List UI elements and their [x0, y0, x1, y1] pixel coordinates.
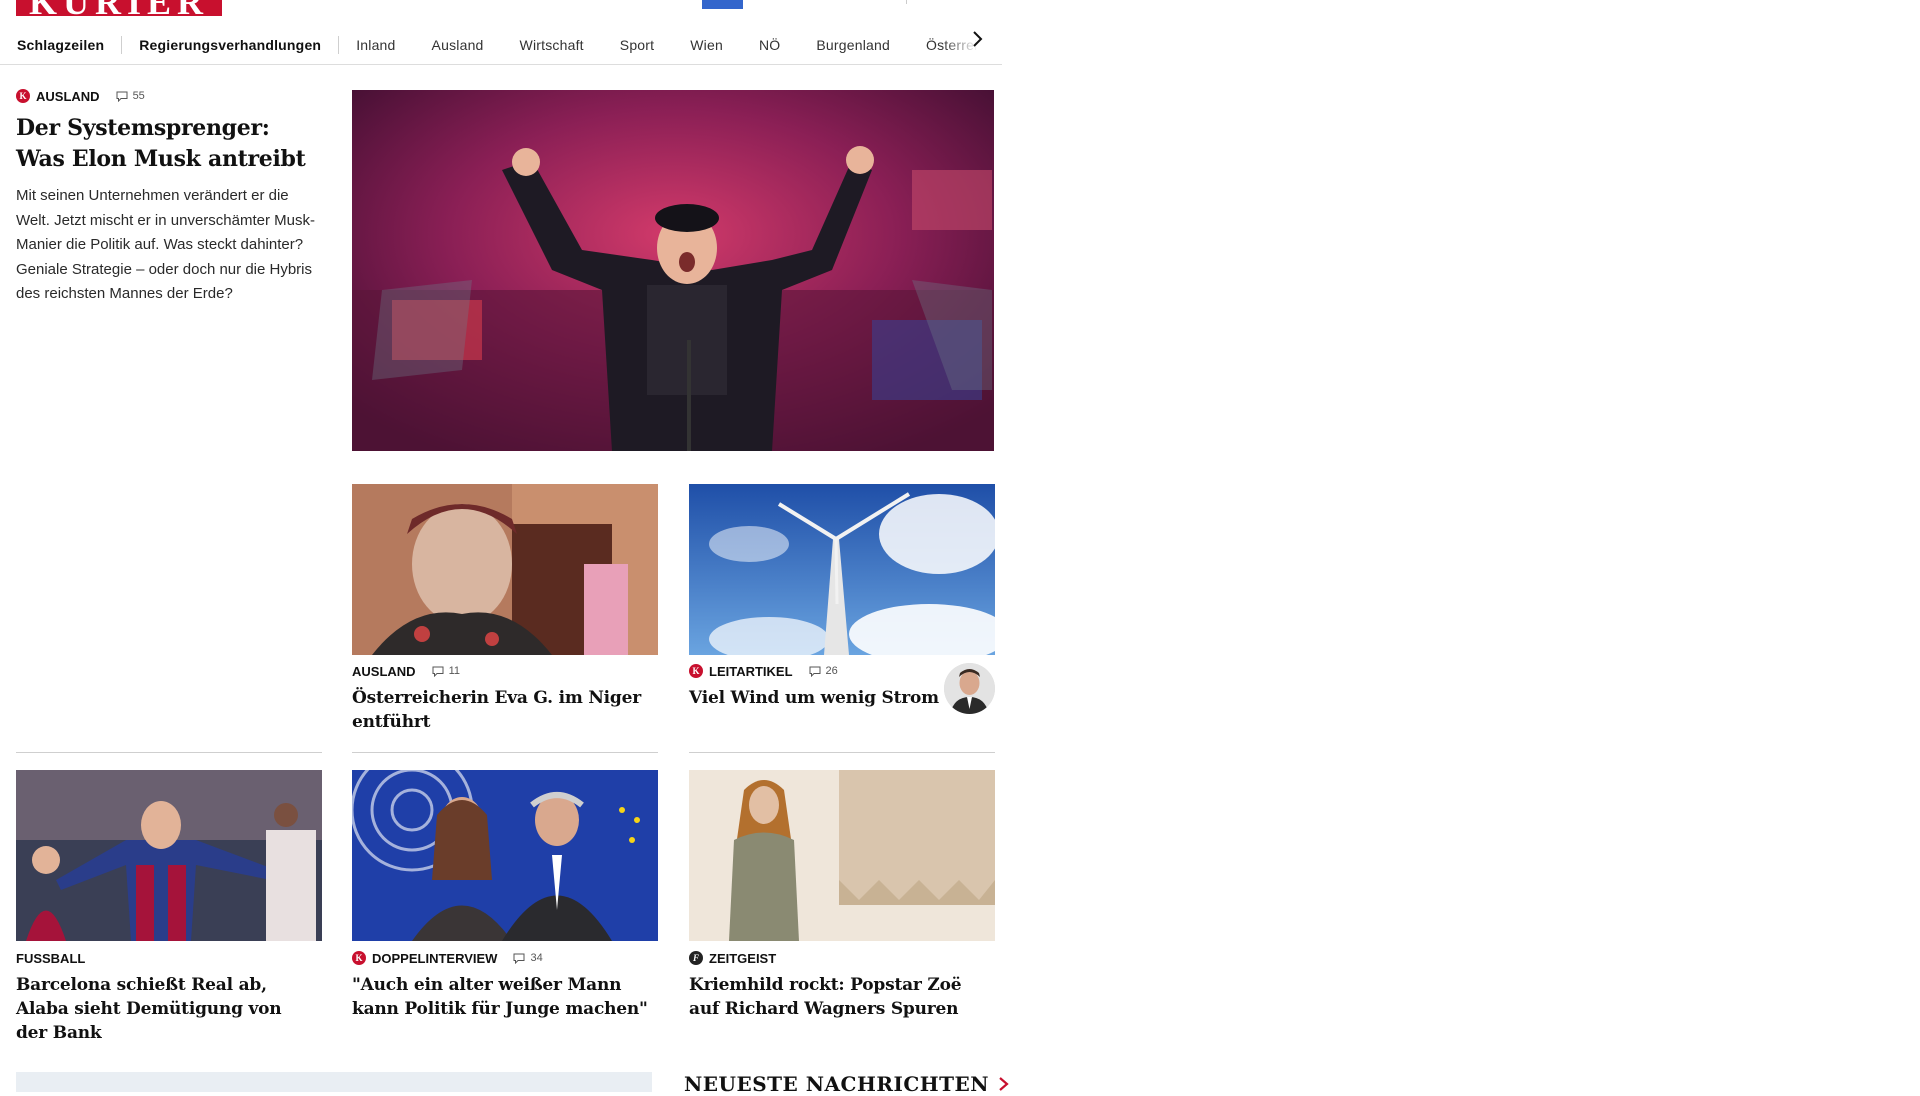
nav-item-wien[interactable]: Wien [690, 37, 723, 53]
lead-comment-count[interactable]: 55 [116, 90, 145, 102]
lead-headline[interactable]: Der Systemsprenger: Was Elon Musk antrei… [16, 113, 316, 175]
card-headline[interactable]: "Auch ein alter weißer Mann kann Politik… [352, 973, 654, 1021]
lead-kicker: K AUSLAND 55 [16, 88, 316, 104]
nav-separator [121, 36, 123, 54]
bottom-panel [16, 1072, 652, 1092]
card-category[interactable]: AUSLAND [352, 664, 416, 679]
card-kicker: f ZEITGEIST [689, 950, 991, 966]
card-article-interview[interactable]: K DOPPELINTERVIEW 34 "Auch ein alter wei… [352, 950, 654, 1021]
lead-teaser: Mit seinen Unternehmen verändert er die … [16, 187, 315, 302]
nav-item-burgenland[interactable]: Burgenland [816, 37, 890, 53]
nav-item-noe[interactable]: NÖ [759, 37, 780, 53]
comment-icon [513, 953, 525, 964]
card-image-interview[interactable] [352, 770, 658, 941]
zeitgeist-badge-icon: f [689, 951, 703, 965]
neueste-label: NEUESTE NACHRICHTEN [684, 1072, 990, 1096]
row-divider [16, 752, 322, 753]
lead-image[interactable] [352, 90, 994, 451]
card-article-zeitgeist[interactable]: f ZEITGEIST Kriemhild rockt: Popstar Zoë… [689, 950, 991, 1021]
card-comment-count[interactable]: 11 [432, 665, 460, 677]
card-category[interactable]: ZEITGEIST [709, 951, 776, 966]
card-photo-illustration [689, 484, 995, 655]
card-comments-value: 11 [448, 665, 460, 677]
card-category[interactable]: DOPPELINTERVIEW [372, 951, 497, 966]
card-article-fussball[interactable]: FUSSBALL Barcelona schießt Real ab, Alab… [16, 950, 318, 1045]
card-image-zeitgeist[interactable] [689, 770, 995, 941]
avatar-portrait [944, 663, 995, 714]
kurier-badge-icon: K [352, 951, 366, 965]
header-divider [906, 0, 907, 4]
card-category[interactable]: FUSSBALL [16, 951, 85, 966]
card-headline[interactable]: Österreicherin Eva G. im Niger entführt [352, 686, 654, 734]
neueste-nachrichten-link[interactable]: NEUESTE NACHRICHTEN [684, 1072, 1011, 1096]
nav-item-schlagzeilen[interactable]: Schlagzeilen [17, 37, 104, 53]
card-kicker: FUSSBALL [16, 950, 318, 966]
kurier-badge-icon: K [689, 664, 703, 678]
author-avatar[interactable] [944, 663, 995, 714]
card-headline[interactable]: Kriemhild rockt: Popstar Zoë auf Richard… [689, 973, 991, 1021]
card-photo-illustration [16, 770, 322, 941]
nav-item-inland[interactable]: Inland [356, 37, 395, 53]
nav-item-sport[interactable]: Sport [620, 37, 654, 53]
row-divider [352, 752, 658, 753]
comment-icon [116, 91, 128, 102]
card-comment-count[interactable]: 26 [809, 665, 838, 677]
card-headline[interactable]: Barcelona schießt Real ab, Alaba sieht D… [16, 973, 318, 1045]
nav-item-regierungsverhandlungen[interactable]: Regierungsverhandlungen [139, 37, 321, 53]
row-divider [689, 752, 995, 753]
card-article-eva[interactable]: AUSLAND 11 Österreicherin Eva G. im Nige… [352, 663, 654, 734]
card-category[interactable]: LEITARTIKEL [709, 664, 793, 679]
card-photo-illustration [689, 770, 995, 941]
card-image-wind[interactable] [689, 484, 995, 655]
card-kicker: AUSLAND 11 [352, 663, 654, 679]
lead-article[interactable]: K AUSLAND 55 Der Systemsprenger: Was Elo… [16, 88, 316, 307]
comment-icon [432, 666, 444, 677]
kurier-badge-icon: K [16, 89, 30, 103]
card-image-eva[interactable] [352, 484, 658, 655]
kurier-logo[interactable]: KURIER [16, 0, 222, 16]
chevron-right-icon[interactable] [970, 30, 984, 48]
comment-icon [809, 666, 821, 677]
card-photo-illustration [352, 484, 658, 655]
header-accent-bar [702, 0, 743, 9]
card-kicker: K DOPPELINTERVIEW 34 [352, 950, 654, 966]
chevron-right-icon [999, 1077, 1009, 1091]
nav-item-ausland[interactable]: Ausland [432, 37, 484, 53]
card-comments-value: 26 [825, 665, 838, 677]
card-photo-illustration [352, 770, 658, 941]
card-image-fussball[interactable] [16, 770, 322, 941]
lead-category[interactable]: AUSLAND [36, 89, 100, 104]
card-comments-value: 34 [530, 952, 543, 964]
lead-photo-illustration [352, 90, 994, 451]
main-navigation: Schlagzeilen Regierungsverhandlungen Inl… [0, 26, 1002, 65]
nav-separator [338, 36, 340, 54]
nav-item-wirtschaft[interactable]: Wirtschaft [520, 37, 584, 53]
lead-comments-value: 55 [132, 90, 145, 102]
card-comment-count[interactable]: 34 [513, 952, 543, 964]
